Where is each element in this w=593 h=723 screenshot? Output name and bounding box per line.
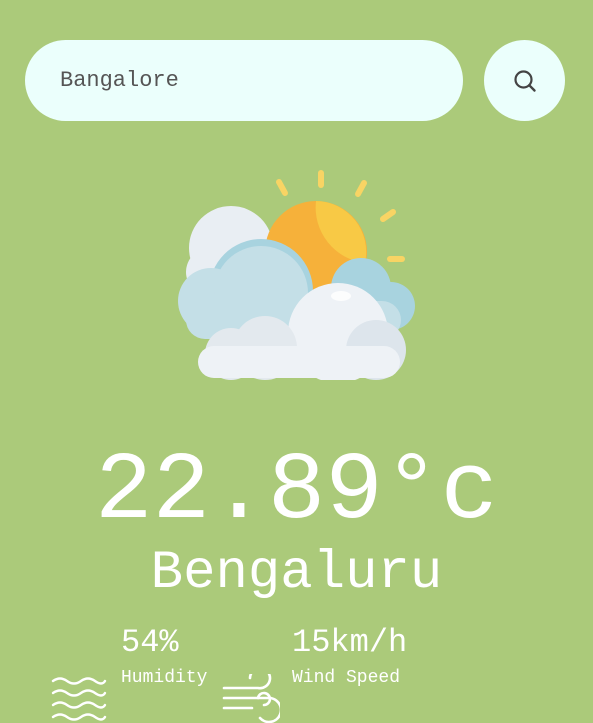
temperature: 22.89°c (94, 437, 499, 546)
wind-speed-label: Wind Speed (292, 668, 401, 688)
city-name: Bengaluru (150, 543, 443, 604)
wind-icon (222, 674, 280, 723)
partly-cloudy-icon (178, 170, 415, 380)
search-input[interactable] (25, 40, 463, 121)
search-button[interactable] (484, 40, 565, 121)
humidity-value: 54% (121, 624, 179, 661)
wind-speed-value: 15km/h (292, 624, 408, 661)
search-icon (513, 69, 536, 92)
humidity-label: Humidity (121, 668, 208, 688)
humidity-icon (51, 677, 107, 721)
